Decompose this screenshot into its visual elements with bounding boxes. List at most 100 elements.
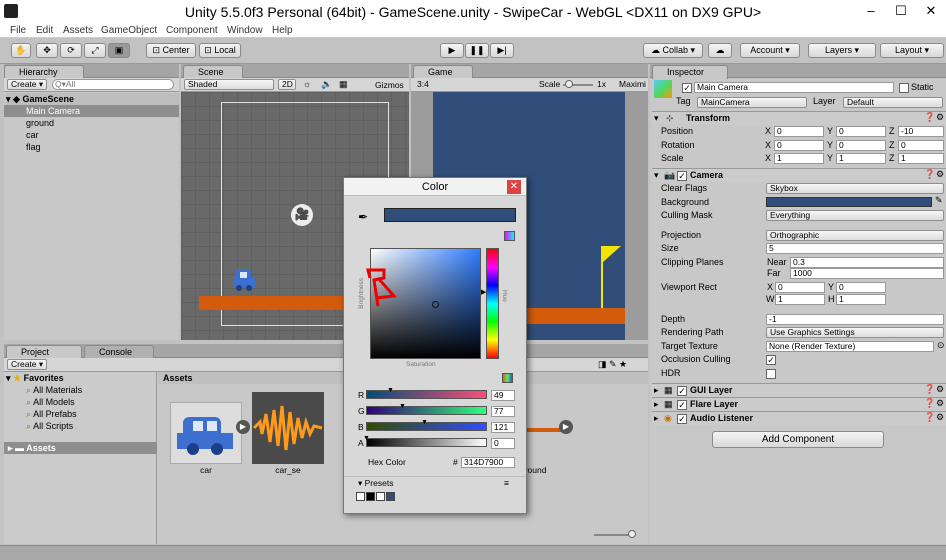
hierarchy-item[interactable]: car — [4, 129, 179, 141]
clear-flags-dropdown[interactable]: Skybox — [766, 183, 944, 194]
rect-tool-icon[interactable]: ▣ — [108, 43, 130, 58]
preset-swatch[interactable] — [386, 492, 395, 501]
scene-car[interactable] — [232, 265, 256, 295]
a-slider[interactable] — [366, 438, 487, 447]
r-thumb-icon[interactable]: ▼ — [387, 387, 394, 394]
play-button[interactable]: ▶ — [440, 43, 464, 58]
r-value-field[interactable]: 49 — [491, 390, 515, 401]
a-thumb-icon[interactable]: ▼ — [363, 435, 370, 442]
project-tab[interactable]: Project — [6, 345, 82, 359]
effects-icon[interactable]: ▦ — [339, 79, 353, 90]
hierarchy-item[interactable]: ground — [4, 117, 179, 129]
expand-prefab-icon[interactable]: ▶ — [236, 420, 250, 434]
collab-button[interactable]: ☁ Collab ▾ — [643, 43, 703, 58]
shading-dropdown[interactable]: Shaded — [184, 79, 274, 90]
occlusion-culling-checkbox[interactable]: ✓ — [766, 355, 776, 365]
position-z-field[interactable]: -10 — [898, 126, 944, 137]
audio-asset-thumbnail[interactable] — [252, 392, 324, 464]
presets-menu-icon[interactable]: ≡ — [504, 478, 509, 488]
hierarchy-item[interactable]: Main Camera — [4, 105, 179, 117]
gui-layer-header[interactable]: ▸ ▦ ✓ GUI Layer ❓ ⚙ — [652, 383, 946, 397]
game-tab[interactable]: Game — [413, 65, 473, 79]
aspect-dropdown[interactable]: 3:4 — [417, 79, 429, 89]
g-thumb-icon[interactable]: ▼ — [399, 403, 406, 410]
hierarchy-search-input[interactable]: Q▾All — [52, 79, 174, 90]
r-slider[interactable] — [366, 390, 487, 399]
help-icon[interactable]: ❓ — [924, 412, 935, 423]
viewport-x-field[interactable]: 0 — [775, 282, 825, 293]
rotation-x-field[interactable]: 0 — [774, 140, 824, 151]
depth-field[interactable]: -1 — [766, 314, 944, 325]
b-thumb-icon[interactable]: ▼ — [421, 419, 428, 426]
flare-layer-checkbox[interactable]: ✓ — [677, 400, 687, 410]
hdr-checkbox[interactable] — [766, 369, 776, 379]
position-x-field[interactable]: 0 — [774, 126, 824, 137]
object-picker-icon[interactable]: ⊙ — [937, 340, 945, 351]
color-mode-icon[interactable] — [504, 231, 515, 241]
settings-icon[interactable]: ⚙ — [936, 169, 944, 180]
camera-header[interactable]: ▾ 📷 ✓ Camera ❓ ⚙ — [652, 168, 946, 182]
far-field[interactable]: 1000 — [790, 268, 944, 279]
thumbnail-size-thumb[interactable] — [628, 530, 636, 538]
pivot-local-button[interactable]: ⊡ Local — [199, 43, 241, 58]
viewport-w-field[interactable]: 1 — [775, 294, 825, 305]
flare-layer-header[interactable]: ▸ ▦ ✓ Flare Layer ❓ ⚙ — [652, 397, 946, 411]
maximize-icon[interactable]: ☐ — [886, 0, 916, 24]
hex-field[interactable]: 314D7900 — [461, 457, 515, 468]
project-create-dropdown[interactable]: Create ▾ — [7, 359, 47, 370]
eyedropper-icon[interactable]: ✎ — [935, 195, 943, 206]
step-button[interactable]: ▶| — [490, 43, 514, 58]
close-icon[interactable]: ✕ — [507, 180, 521, 194]
eyedropper-icon[interactable]: ✒ — [358, 210, 368, 224]
b-value-field[interactable]: 121 — [491, 422, 515, 433]
help-icon[interactable]: ❓ — [924, 169, 935, 180]
size-field[interactable]: 5 — [766, 243, 944, 254]
audio-listener-checkbox[interactable]: ✓ — [677, 414, 687, 424]
menu-assets[interactable]: Assets — [63, 24, 93, 38]
scale-z-field[interactable]: 1 — [898, 153, 944, 164]
favorite-item[interactable]: ⌕ All Models — [26, 396, 75, 408]
rotate-tool-icon[interactable]: ⟳ — [60, 43, 82, 58]
rendering-path-dropdown[interactable]: Use Graphics Settings — [766, 327, 944, 338]
cloud-icon[interactable]: ☁ — [708, 43, 732, 58]
g-value-field[interactable]: 77 — [491, 406, 515, 417]
favorite-item[interactable]: ⌕ All Prefabs — [26, 408, 77, 420]
lighting-icon[interactable]: ☼ — [303, 79, 317, 89]
favorite-item[interactable]: ⌕ All Scripts — [26, 420, 73, 432]
expand-prefab-icon[interactable]: ▶ — [559, 420, 573, 434]
help-icon[interactable]: ❓ — [924, 112, 935, 123]
camera-enabled-checkbox[interactable]: ✓ — [677, 171, 687, 181]
layer-dropdown[interactable]: Default — [843, 97, 943, 108]
viewport-y-field[interactable]: 0 — [836, 282, 886, 293]
preset-swatch[interactable] — [366, 492, 375, 501]
viewport-h-field[interactable]: 1 — [836, 294, 886, 305]
scale-x-field[interactable]: 1 — [774, 153, 824, 164]
near-field[interactable]: 0.3 — [790, 257, 944, 268]
gizmos-dropdown[interactable]: Gizmos — [375, 80, 404, 90]
favorites-row[interactable]: ▾ ★ Favorites — [6, 372, 156, 384]
minimize-icon[interactable]: – — [856, 0, 886, 24]
favorite-item[interactable]: ⌕ All Materials — [26, 384, 82, 396]
menu-component[interactable]: Component — [166, 24, 218, 38]
settings-icon[interactable]: ⚙ — [936, 112, 944, 123]
hierarchy-create-dropdown[interactable]: Create ▾ — [7, 79, 47, 90]
target-texture-field[interactable]: None (Render Texture) — [766, 341, 934, 352]
position-y-field[interactable]: 0 — [836, 126, 886, 137]
maximize-on-play-button[interactable]: Maximi — [619, 79, 646, 89]
car-asset-thumbnail[interactable] — [170, 402, 242, 464]
audio-listener-header[interactable]: ▸ ◉ ✓ Audio Listener ❓ ⚙ — [652, 411, 946, 425]
help-icon[interactable]: ❓ — [924, 384, 935, 395]
projection-dropdown[interactable]: Orthographic — [766, 230, 944, 241]
scale-slider-thumb[interactable] — [565, 80, 573, 88]
layers-dropdown[interactable]: Layers ▾ — [808, 43, 876, 58]
rotation-y-field[interactable]: 0 — [836, 140, 886, 151]
menu-help[interactable]: Help — [272, 24, 293, 38]
help-icon[interactable]: ❓ — [924, 398, 935, 409]
pivot-center-button[interactable]: ⊡ Center — [146, 43, 196, 58]
scene-tab[interactable]: Scene — [183, 65, 243, 79]
hierarchy-item[interactable]: flag — [4, 141, 179, 153]
console-tab[interactable]: Console — [84, 345, 154, 359]
a-value-field[interactable]: 0 — [491, 438, 515, 449]
close-icon[interactable]: ✕ — [916, 0, 946, 24]
settings-icon[interactable]: ⚙ — [936, 412, 944, 423]
